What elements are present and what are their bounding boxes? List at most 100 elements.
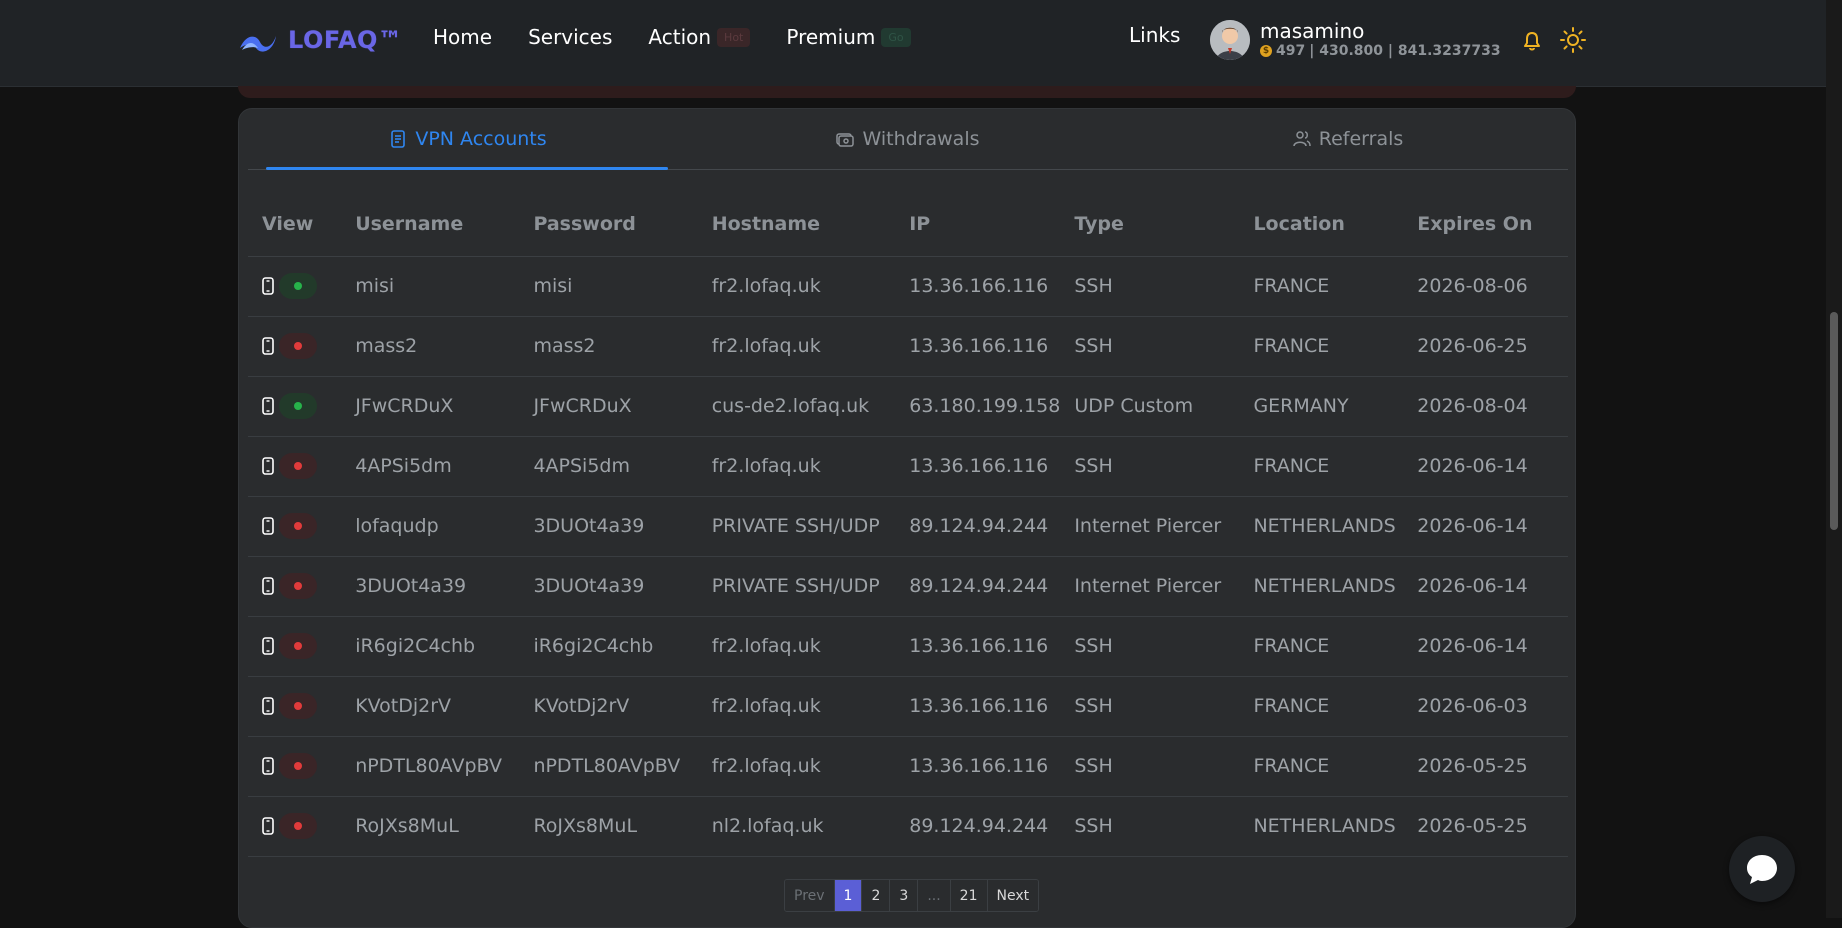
page-scrollbar[interactable] xyxy=(1826,0,1842,918)
avatar xyxy=(1210,20,1250,60)
status-badge xyxy=(279,753,317,779)
cell-password: 3DUOt4a39 xyxy=(519,556,698,617)
col-ip: IP xyxy=(895,193,1061,257)
sun-icon[interactable] xyxy=(1560,27,1586,53)
nav-premium[interactable]: Premium Go xyxy=(786,25,911,49)
cell-location: FRANCE xyxy=(1239,616,1404,677)
cell-username: JFwCRDuX xyxy=(341,376,520,437)
status-badge xyxy=(279,693,317,719)
cell-hostname: fr2.lofaq.uk xyxy=(697,256,896,317)
phone-icon[interactable] xyxy=(262,517,274,535)
cell-expires: 2026-06-03 xyxy=(1403,676,1568,737)
col-view: View xyxy=(248,193,342,257)
cell-location: GERMANY xyxy=(1239,376,1404,437)
nav-home-label: Home xyxy=(433,25,493,49)
cell-username: misi xyxy=(341,256,520,317)
status-badge xyxy=(279,573,317,599)
cell-expires: 2026-06-14 xyxy=(1403,436,1568,497)
cell-username: mass2 xyxy=(341,316,520,377)
view-controls xyxy=(262,437,341,496)
phone-icon[interactable] xyxy=(262,637,274,655)
tab-withdrawals-label: Withdrawals xyxy=(862,128,980,150)
page-ellipsis: ... xyxy=(917,880,950,911)
cell-expires: 2026-08-06 xyxy=(1403,256,1568,317)
next-page-button[interactable]: Next xyxy=(986,880,1039,911)
nav-home[interactable]: Home xyxy=(433,25,492,49)
view-cell xyxy=(248,616,342,677)
cell-location: NETHERLANDS xyxy=(1239,796,1404,857)
view-controls xyxy=(262,797,341,856)
users-icon xyxy=(1292,131,1311,147)
cell-type: Internet Piercer xyxy=(1060,496,1240,557)
phone-icon[interactable] xyxy=(262,757,274,775)
phone-icon[interactable] xyxy=(262,577,274,595)
cell-hostname: fr2.lofaq.uk xyxy=(697,676,896,737)
view-cell xyxy=(248,436,342,497)
view-cell xyxy=(248,316,342,377)
tab-referrals[interactable]: Referrals xyxy=(1128,109,1568,169)
cell-password: misi xyxy=(519,256,698,317)
tab-vpn-accounts-label: VPN Accounts xyxy=(415,128,547,150)
page-1-button[interactable]: 1 xyxy=(833,880,862,911)
go-badge: Go xyxy=(881,27,911,47)
status-dot xyxy=(294,522,302,530)
user-profile[interactable]: masamino $ 497 | 430.800 | 841.3237733 xyxy=(1210,20,1501,60)
phone-icon[interactable] xyxy=(262,337,274,355)
cell-password: iR6gi2C4chb xyxy=(519,616,698,677)
tab-withdrawals[interactable]: Withdrawals xyxy=(688,109,1128,169)
pagination: Prev 1 2 3 ... 21 Next xyxy=(784,879,1040,912)
cell-expires: 2026-06-14 xyxy=(1403,496,1568,557)
status-badge xyxy=(279,273,317,299)
table-row: 4APSi5dm 4APSi5dm fr2.lofaq.uk 13.36.166.11… xyxy=(248,436,1568,497)
page-3-button[interactable]: 3 xyxy=(889,880,918,911)
status-dot xyxy=(294,402,302,410)
cell-username: RoJXs8MuL xyxy=(341,796,520,857)
view-controls xyxy=(262,677,341,736)
phone-icon[interactable] xyxy=(262,817,274,835)
table-row: lofaqudp 3DUOt4a39 PRIVATE SSH/UDP 89.124.9… xyxy=(248,496,1568,557)
view-cell xyxy=(248,736,342,797)
col-username: Username xyxy=(341,193,520,257)
cell-password: mass2 xyxy=(519,316,698,377)
cell-ip: 13.36.166.116 xyxy=(895,316,1061,377)
accounts-card: VPN Accounts Withdrawals Referrals View … xyxy=(238,108,1576,928)
table-row: misi misi fr2.lofaq.uk 13.36.166.116 SSH FRAN… xyxy=(248,256,1568,317)
cell-ip: 13.36.166.116 xyxy=(895,256,1061,317)
brand-logo-link[interactable]: LOFAQ™ xyxy=(238,24,402,56)
cell-location: FRANCE xyxy=(1239,436,1404,497)
cell-hostname: cus-de2.lofaq.uk xyxy=(697,376,896,437)
cell-type: SSH xyxy=(1060,736,1240,797)
cell-type: SSH xyxy=(1060,436,1240,497)
links-menu[interactable]: Links xyxy=(1129,23,1180,47)
tab-vpn-accounts[interactable]: VPN Accounts xyxy=(248,109,688,169)
document-icon xyxy=(391,130,406,148)
status-dot xyxy=(294,822,302,830)
chat-button[interactable] xyxy=(1729,836,1795,902)
phone-icon[interactable] xyxy=(262,277,274,295)
vpn-accounts-table: View Username Password Hostname IP Type … xyxy=(248,193,1568,857)
cell-ip: 89.124.94.244 xyxy=(895,556,1061,617)
view-cell xyxy=(248,796,342,857)
phone-icon[interactable] xyxy=(262,697,274,715)
phone-icon[interactable] xyxy=(262,457,274,475)
col-type: Type xyxy=(1060,193,1240,257)
col-location: Location xyxy=(1239,193,1404,257)
view-controls xyxy=(262,737,341,796)
status-dot xyxy=(294,702,302,710)
status-badge xyxy=(279,633,317,659)
status-dot xyxy=(294,762,302,770)
cell-location: FRANCE xyxy=(1239,256,1404,317)
cell-hostname: PRIVATE SSH/UDP xyxy=(697,496,896,557)
cell-hostname: fr2.lofaq.uk xyxy=(697,316,896,377)
cell-ip: 13.36.166.116 xyxy=(895,736,1061,797)
nav-action[interactable]: Action Hot xyxy=(648,25,751,49)
nav-services[interactable]: Services xyxy=(528,25,612,49)
page-21-button[interactable]: 21 xyxy=(949,880,987,911)
page-2-button[interactable]: 2 xyxy=(861,880,890,911)
nav-services-label: Services xyxy=(528,25,613,49)
phone-icon[interactable] xyxy=(262,397,274,415)
bell-icon[interactable] xyxy=(1523,31,1541,51)
scrollbar-thumb[interactable] xyxy=(1830,312,1838,530)
prev-page-button[interactable]: Prev xyxy=(785,880,834,911)
table-row: iR6gi2C4chb iR6gi2C4chb fr2.lofaq.uk 13.36.… xyxy=(248,616,1568,677)
